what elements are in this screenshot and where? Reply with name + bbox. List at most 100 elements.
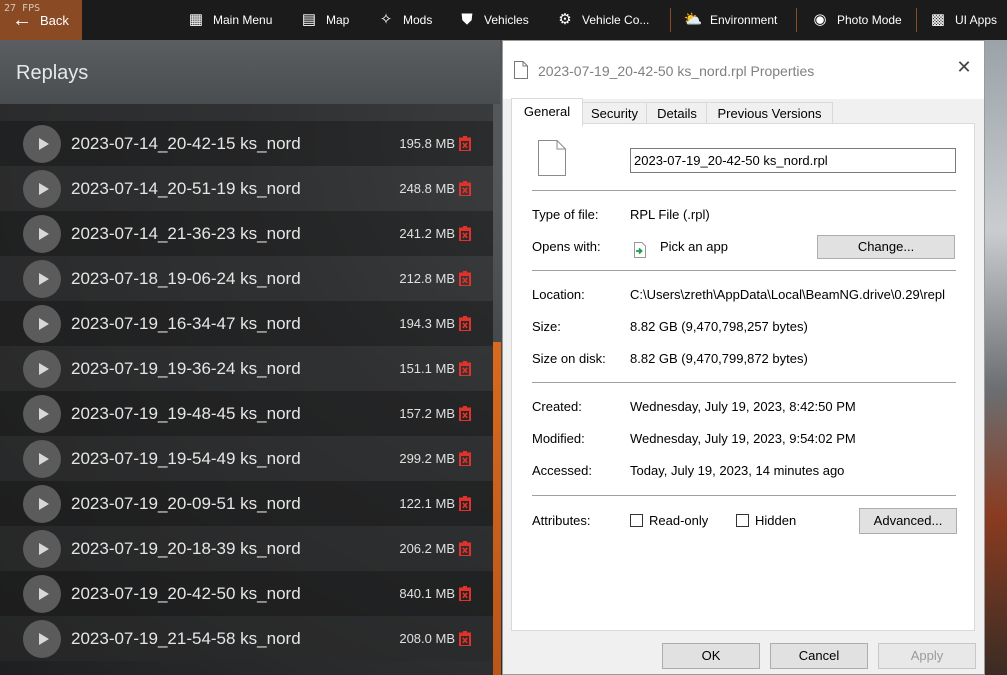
general-tab-panel: Type of file: RPL File (.rpl) Opens with… bbox=[511, 123, 975, 631]
replay-row[interactable]: 2023-07-19_20-09-51 ks_nord 122.1 MB bbox=[0, 481, 493, 526]
file-icon bbox=[514, 61, 528, 79]
play-icon[interactable] bbox=[23, 169, 61, 208]
play-icon[interactable] bbox=[23, 214, 61, 253]
menu-label: Main Menu bbox=[213, 13, 273, 27]
play-icon[interactable] bbox=[23, 484, 61, 523]
advanced-button[interactable]: Advanced... bbox=[859, 508, 957, 534]
replay-row-partial bbox=[0, 104, 493, 121]
replay-size: 299.2 MB bbox=[399, 451, 455, 466]
tab-general[interactable]: General bbox=[511, 98, 583, 126]
menu-label: Vehicle Co... bbox=[582, 13, 650, 27]
trash-icon[interactable] bbox=[459, 361, 471, 376]
replay-size: 122.1 MB bbox=[399, 496, 455, 511]
trash-icon[interactable] bbox=[459, 586, 471, 601]
replay-row[interactable]: 2023-07-19_19-48-45 ks_nord 157.2 MB bbox=[0, 391, 493, 436]
replay-name: 2023-07-14_20-42-15 ks_nord bbox=[71, 133, 301, 153]
replay-name: 2023-07-19_19-54-49 ks_nord bbox=[71, 448, 301, 468]
replays-title: Replays bbox=[16, 62, 89, 84]
menu-main-menu[interactable]: ▦ Main Menu bbox=[186, 0, 272, 40]
tab-security[interactable]: Security bbox=[581, 102, 648, 125]
replay-name: 2023-07-14_21-36-23 ks_nord bbox=[71, 223, 301, 243]
play-icon[interactable] bbox=[23, 259, 61, 298]
play-icon[interactable] bbox=[23, 394, 61, 433]
trash-icon[interactable] bbox=[459, 271, 471, 286]
menu-label: Photo Mode bbox=[837, 13, 902, 27]
replay-name: 2023-07-19_20-18-39 ks_nord bbox=[71, 538, 301, 558]
change-button[interactable]: Change... bbox=[817, 235, 955, 259]
created-label: Created: bbox=[532, 399, 582, 414]
replays-header: Replays bbox=[0, 40, 500, 104]
menu-vehicle-config[interactable]: ⚙ Vehicle Co... bbox=[555, 0, 649, 40]
size-value: 8.82 GB (9,470,798,257 bytes) bbox=[630, 319, 808, 334]
replay-name: 2023-07-19_19-48-45 ks_nord bbox=[71, 403, 301, 423]
readonly-label: Read-only bbox=[649, 513, 709, 528]
replay-row[interactable]: 2023-07-14_20-42-15 ks_nord 195.8 MB bbox=[0, 121, 493, 166]
attributes-label: Attributes: bbox=[532, 513, 591, 528]
menu-vehicles[interactable]: ⛊ Vehicles bbox=[457, 0, 528, 40]
replay-size: 840.1 MB bbox=[399, 586, 455, 601]
close-icon[interactable]: ✕ bbox=[956, 58, 972, 76]
replay-row[interactable]: 2023-07-19_20-18-39 ks_nord 206.2 MB bbox=[0, 526, 493, 571]
play-icon[interactable] bbox=[23, 619, 61, 658]
trash-icon[interactable] bbox=[459, 451, 471, 466]
replay-size: 195.8 MB bbox=[399, 136, 455, 151]
replay-row[interactable]: 2023-07-19_20-42-50 ks_nord 840.1 MB bbox=[0, 571, 493, 616]
menu-environment[interactable]: ⛅ Environment bbox=[683, 0, 778, 40]
menu-map[interactable]: ▤ Map bbox=[299, 0, 349, 40]
dialog-titlebar[interactable]: 2023-07-19_20-42-50 ks_nord.rpl Properti… bbox=[503, 41, 984, 99]
location-value: C:\Users\zreth\AppData\Local\BeamNG.driv… bbox=[630, 287, 946, 302]
readonly-checkbox[interactable] bbox=[630, 514, 643, 527]
apps-icon: ▩ bbox=[930, 11, 946, 28]
replay-row[interactable]: 2023-07-19_19-54-49 ks_nord 299.2 MB bbox=[0, 436, 493, 481]
replay-row[interactable]: 2023-07-19_21-54-58 ks_nord 208.0 MB bbox=[0, 616, 493, 661]
tab-previous-versions[interactable]: Previous Versions bbox=[706, 102, 833, 125]
car-icon: ⛊ bbox=[461, 11, 473, 28]
menu-label: Map bbox=[326, 13, 350, 27]
replay-size: 206.2 MB bbox=[399, 541, 455, 556]
replay-size: 248.8 MB bbox=[399, 181, 455, 196]
divider bbox=[532, 270, 956, 271]
play-icon[interactable] bbox=[23, 349, 61, 388]
tab-details[interactable]: Details bbox=[646, 102, 708, 125]
trash-icon[interactable] bbox=[459, 316, 471, 331]
size-label: Size: bbox=[532, 319, 561, 334]
scroll-accent-strip bbox=[493, 342, 501, 675]
accessed-value: Today, July 19, 2023, 14 minutes ago bbox=[630, 463, 845, 478]
replay-row[interactable]: 2023-07-19_16-34-47 ks_nord 194.3 MB bbox=[0, 301, 493, 346]
play-icon[interactable] bbox=[23, 439, 61, 478]
trash-icon[interactable] bbox=[459, 496, 471, 511]
trash-icon[interactable] bbox=[459, 541, 471, 556]
ok-button[interactable]: OK bbox=[662, 643, 760, 669]
play-icon[interactable] bbox=[23, 529, 61, 568]
fps-counter: 27 FPS bbox=[4, 3, 41, 14]
menu-mods[interactable]: ✧ Mods bbox=[376, 0, 433, 40]
modified-label: Modified: bbox=[532, 431, 585, 446]
pick-app-icon bbox=[634, 242, 646, 258]
replay-size: 151.1 MB bbox=[399, 361, 455, 376]
apply-button[interactable]: Apply bbox=[878, 643, 976, 669]
menu-ui-apps[interactable]: ▩ UI Apps bbox=[928, 0, 997, 40]
cancel-button[interactable]: Cancel bbox=[770, 643, 868, 669]
replay-row[interactable]: 2023-07-18_19-06-24 ks_nord 212.8 MB bbox=[0, 256, 493, 301]
map-icon: ▤ bbox=[301, 11, 317, 28]
hidden-checkbox[interactable] bbox=[736, 514, 749, 527]
replay-row[interactable]: 2023-07-14_20-51-19 ks_nord 248.8 MB bbox=[0, 166, 493, 211]
trash-icon[interactable] bbox=[459, 226, 471, 241]
filename-input[interactable] bbox=[630, 148, 956, 173]
play-icon[interactable] bbox=[23, 574, 61, 613]
trash-icon[interactable] bbox=[459, 406, 471, 421]
play-icon[interactable] bbox=[23, 304, 61, 343]
trash-icon[interactable] bbox=[459, 631, 471, 646]
play-icon[interactable] bbox=[23, 124, 61, 163]
grid-icon: ▦ bbox=[188, 11, 204, 28]
replay-list[interactable]: 2023-07-14_20-42-15 ks_nord 195.8 MB 2023-… bbox=[0, 104, 493, 675]
trash-icon[interactable] bbox=[459, 181, 471, 196]
divider bbox=[532, 495, 956, 496]
menu-photo-mode[interactable]: ◉ Photo Mode bbox=[810, 0, 902, 40]
replay-size: 208.0 MB bbox=[399, 631, 455, 646]
replay-row[interactable]: 2023-07-19_19-36-24 ks_nord 151.1 MB bbox=[0, 346, 493, 391]
trash-icon[interactable] bbox=[459, 136, 471, 151]
replay-row[interactable]: 2023-07-14_21-36-23 ks_nord 241.2 MB bbox=[0, 211, 493, 256]
created-value: Wednesday, July 19, 2023, 8:42:50 PM bbox=[630, 399, 856, 414]
weather-icon: ⛅ bbox=[683, 11, 703, 28]
